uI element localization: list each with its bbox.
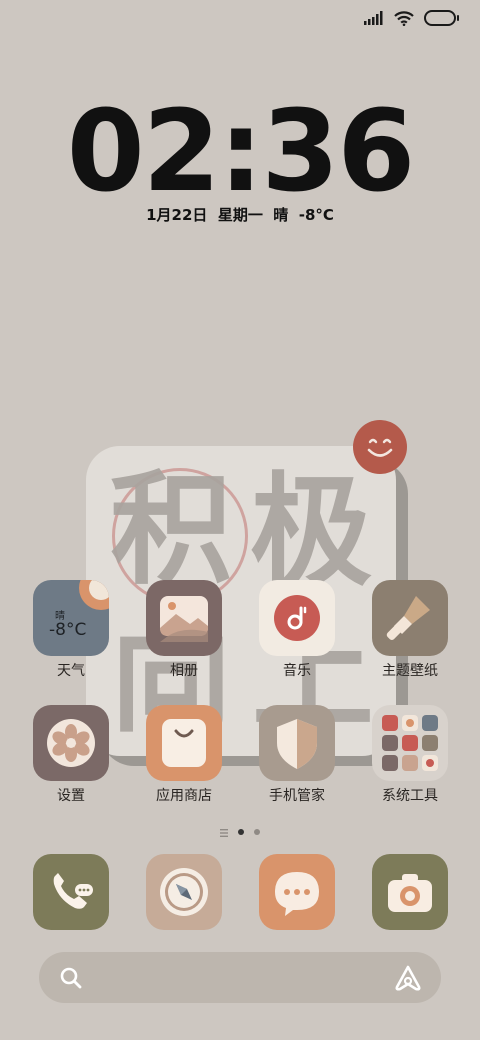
app-weather-label: 天气	[57, 663, 85, 679]
wifi-icon	[394, 10, 414, 26]
date-weather-line[interactable]: 1月22日 星期一 晴 -8°C	[0, 204, 480, 225]
message-icon	[275, 872, 319, 916]
app-store[interactable]	[146, 705, 222, 781]
app-music[interactable]	[259, 580, 335, 656]
page-dot-1[interactable]	[238, 828, 244, 835]
app-weather[interactable]: 晴 -8°C	[33, 580, 109, 656]
music-icon	[274, 595, 320, 641]
app-security-label: 手机管家	[269, 788, 325, 804]
weather-temp: -8°C	[49, 620, 87, 640]
page-indicator[interactable]	[0, 822, 480, 841]
dock-camera[interactable]	[372, 854, 448, 930]
shield-icon	[277, 719, 317, 769]
gear-flower-icon	[47, 719, 95, 767]
gallery-icon	[160, 596, 208, 642]
feed-lines-icon[interactable]	[220, 822, 228, 841]
app-themes[interactable]	[372, 580, 448, 656]
smiley-icon	[353, 420, 407, 474]
shopping-bag-icon	[162, 719, 206, 767]
app-store-label: 应用商店	[156, 788, 212, 804]
dock-phone[interactable]	[33, 854, 109, 930]
clock-time[interactable]: 02:36	[0, 92, 480, 212]
phone-icon	[53, 873, 93, 909]
status-bar	[364, 10, 459, 26]
page-dot-2[interactable]	[254, 828, 260, 835]
compass-icon	[160, 868, 208, 916]
calligraphy-char-2: 极	[250, 459, 372, 603]
calligraphy-char-1: 积	[110, 457, 232, 601]
search-bar[interactable]	[39, 952, 441, 1003]
brush-icon	[386, 596, 430, 640]
dock-browser[interactable]	[146, 854, 222, 930]
app-themes-label: 主题壁纸	[382, 663, 438, 679]
battery-icon	[424, 10, 459, 26]
dock-messages[interactable]	[259, 854, 335, 930]
app-settings-label: 设置	[57, 788, 85, 804]
app-gallery-label: 相册	[170, 663, 198, 679]
app-gallery[interactable]	[146, 580, 222, 656]
search-icon[interactable]	[59, 966, 83, 990]
camera-icon	[388, 874, 432, 912]
app-security[interactable]	[259, 705, 335, 781]
app-settings[interactable]	[33, 705, 109, 781]
folder-system-tools-label: 系统工具	[382, 788, 438, 804]
folder-icon	[382, 715, 438, 771]
app-music-label: 音乐	[283, 663, 311, 679]
assistant-icon[interactable]	[393, 964, 423, 992]
folder-system-tools[interactable]	[372, 705, 448, 781]
signal-bars-icon	[364, 11, 383, 25]
